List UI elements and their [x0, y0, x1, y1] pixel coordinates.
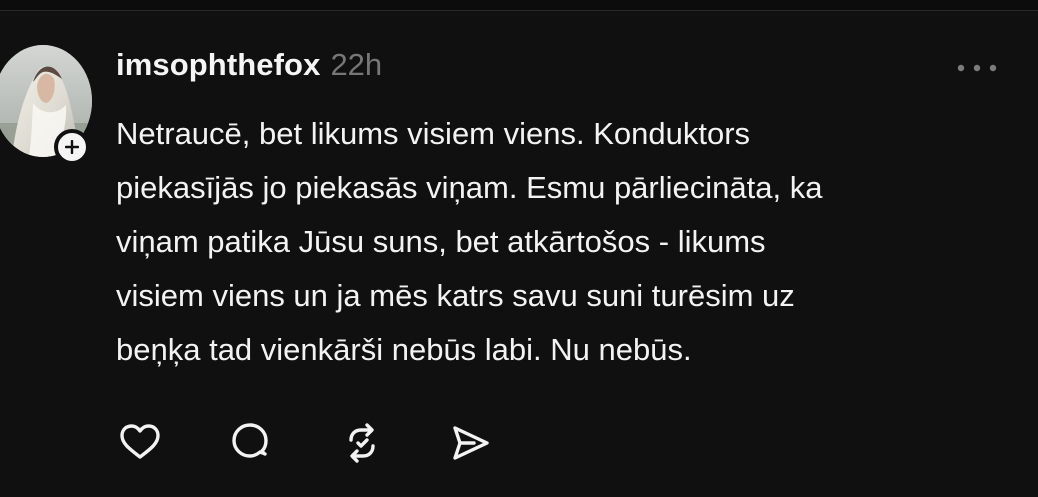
- comment-icon: [232, 423, 268, 458]
- avatar-container: [0, 45, 92, 165]
- share-button[interactable]: [446, 419, 494, 467]
- repost-icon: [349, 423, 375, 463]
- post-text: Netraucē, bet likums visiem viens. Kondu…: [116, 116, 823, 367]
- username-link[interactable]: imsophthefox: [116, 47, 320, 83]
- more-options-icon: [957, 64, 997, 72]
- more-options-button[interactable]: [952, 59, 1002, 77]
- like-button[interactable]: [116, 419, 164, 467]
- post-header: imsophthefox 22h: [116, 47, 382, 91]
- send-icon: [453, 426, 489, 460]
- post-timestamp: 22h: [330, 47, 383, 82]
- post-actions: [116, 419, 516, 469]
- thread-post: imsophthefox 22h Netraucē, bet likums vi…: [0, 11, 1038, 497]
- plus-icon: [65, 140, 79, 154]
- top-divider: [0, 0, 1038, 11]
- repost-button[interactable]: [338, 419, 386, 467]
- reply-button[interactable]: [226, 419, 274, 467]
- follow-button[interactable]: [54, 129, 90, 165]
- heart-icon: [120, 424, 160, 459]
